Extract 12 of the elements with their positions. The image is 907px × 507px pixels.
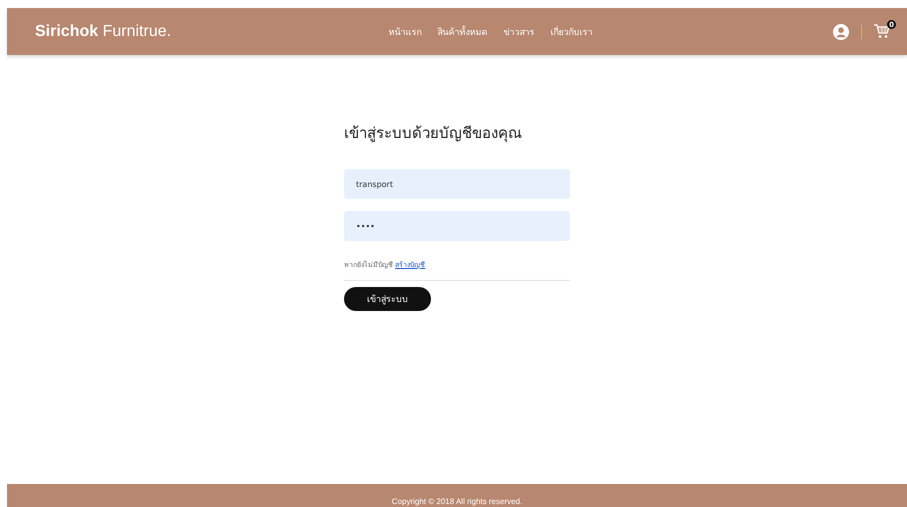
password-field[interactable]: •••• bbox=[344, 211, 570, 241]
nav-link[interactable]: เกี่ยวกับเรา bbox=[550, 24, 593, 38]
login-title: เข้าสู่ระบบด้วยบัญชีของคุณ bbox=[344, 123, 523, 144]
user-icon[interactable] bbox=[833, 24, 849, 40]
username-field[interactable]: transport bbox=[344, 169, 570, 199]
cart-icon[interactable] bbox=[874, 24, 890, 39]
nav-link[interactable]: หน้าแรก bbox=[388, 24, 422, 38]
nav-link[interactable]: ข่าวสาร bbox=[504, 24, 535, 38]
copyright-text: Copyright © 2018 All rights reserved. bbox=[392, 496, 522, 507]
nav-link[interactable]: สินค้าทั้งหมด bbox=[438, 24, 488, 38]
login-button[interactable]: เข้าสู่ระบบ bbox=[344, 287, 431, 311]
brand-logo[interactable]: Sirichok Furnitrue. bbox=[35, 22, 172, 40]
